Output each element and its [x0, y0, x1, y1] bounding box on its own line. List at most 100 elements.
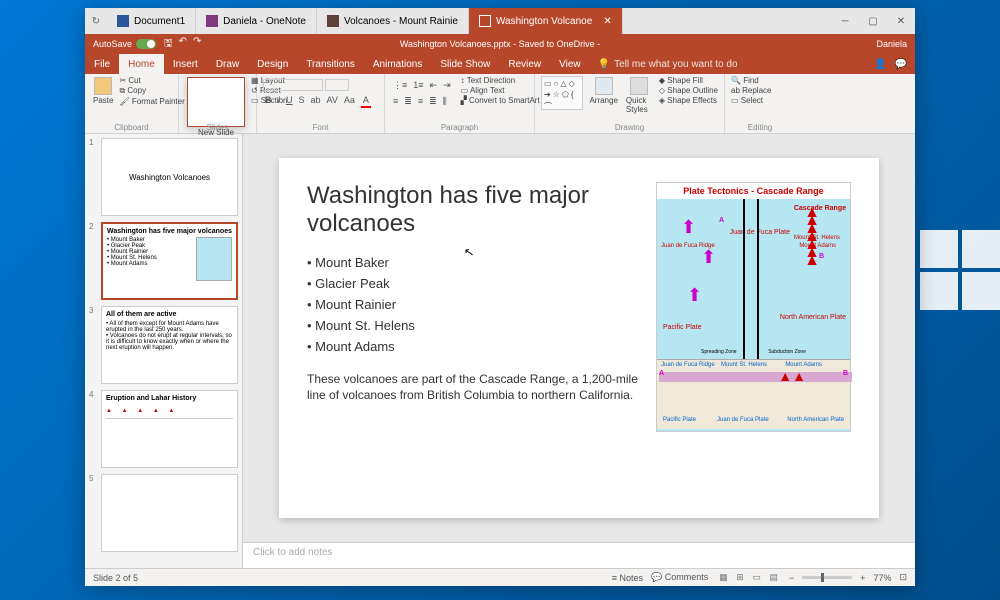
undo-icon[interactable]: ↶ — [179, 36, 187, 53]
slide-image[interactable]: Plate Tectonics - Cascade Range Cascade … — [656, 182, 851, 432]
ribbon-tab-review[interactable]: Review — [499, 54, 550, 74]
align-center-button[interactable]: ≣ — [402, 95, 414, 108]
columns-button[interactable]: ⫼ — [441, 95, 449, 108]
save-icon[interactable]: 🖫 — [164, 36, 173, 53]
justify-button[interactable]: ≣ — [427, 95, 439, 108]
minimize-button[interactable]: ─ — [831, 8, 859, 34]
window-tab[interactable]: Washington Volcanoe✕ — [469, 8, 623, 34]
bullets-button[interactable]: ⋮≡ — [391, 79, 409, 92]
format-painter-button[interactable]: 🖌 Format Painter — [119, 97, 184, 106]
slide-title[interactable]: Washington has five major volcanoes — [307, 182, 638, 237]
change-case-button[interactable]: Aa — [342, 94, 357, 106]
strike-button[interactable]: S — [297, 94, 307, 106]
bullet-item[interactable]: Mount Rainier — [307, 297, 638, 312]
shadow-button[interactable]: ab — [309, 94, 323, 106]
underline-button[interactable]: U — [284, 94, 295, 106]
fit-button[interactable]: ⊡ — [899, 572, 907, 583]
slide-thumbnail[interactable]: 3All of them are active• All of them exc… — [89, 306, 238, 384]
ribbon-tab-file[interactable]: File — [85, 54, 119, 74]
indent-dec-button[interactable]: ⇤ — [428, 79, 440, 92]
document-title: Washington Volcanoes.pptx - Saved to One… — [400, 39, 600, 49]
sorter-view-button[interactable]: ⊞ — [733, 572, 747, 582]
history-icon[interactable]: ↻ — [85, 16, 107, 27]
ribbon-tabs: FileHomeInsertDrawDesignTransitionsAnima… — [85, 54, 915, 74]
zoom-out-button[interactable]: − — [789, 573, 794, 583]
align-text-button[interactable]: ▭ Align Text — [461, 86, 540, 95]
zoom-level[interactable]: 77% — [873, 573, 891, 583]
bullet-item[interactable]: Glacier Peak — [307, 276, 638, 291]
shape-fill-button[interactable]: ◆ Shape Fill — [659, 76, 718, 85]
reading-view-button[interactable]: ▭ — [749, 572, 764, 582]
text-direction-button[interactable]: ↕ Text Direction — [461, 76, 540, 85]
select-button[interactable]: ▭ Select — [731, 96, 771, 105]
paste-button[interactable]: Paste — [91, 76, 115, 106]
window-tab[interactable]: Daniela - OneNote — [196, 8, 317, 34]
ribbon-tab-design[interactable]: Design — [248, 54, 297, 74]
bullet-item[interactable]: Mount St. Helens — [307, 318, 638, 333]
app-icon — [206, 15, 218, 27]
window-tab[interactable]: Document1 — [107, 8, 196, 34]
zoom-in-button[interactable]: + — [860, 573, 865, 583]
slide-thumbnail[interactable]: 2Washington has five major volcanoes• Mo… — [89, 222, 238, 300]
zoom-slider[interactable] — [802, 576, 852, 579]
comments-icon[interactable]: 💬 — [895, 59, 907, 70]
arrange-button[interactable]: Arrange — [587, 76, 619, 106]
lightbulb-icon: 💡 — [598, 59, 610, 70]
find-button[interactable]: 🔍 Find — [731, 76, 771, 85]
bold-button[interactable]: B — [263, 94, 274, 106]
smartart-button[interactable]: ▞ Convert to SmartArt — [461, 96, 540, 105]
numbering-button[interactable]: 1≡ — [411, 79, 425, 92]
slide-canvas[interactable]: Washington has five major volcanoes Moun… — [243, 134, 915, 542]
arrange-icon — [595, 77, 613, 95]
font-color-button[interactable]: A — [359, 94, 373, 106]
ribbon-tab-view[interactable]: View — [550, 54, 590, 74]
cut-button[interactable]: ✂ Cut — [119, 76, 184, 85]
ribbon-tab-transitions[interactable]: Transitions — [297, 54, 364, 74]
normal-view-button[interactable]: ▦ — [716, 572, 731, 582]
close-button[interactable]: ✕ — [887, 8, 915, 34]
ribbon-tab-insert[interactable]: Insert — [164, 54, 207, 74]
quick-styles-button[interactable]: Quick Styles — [624, 76, 655, 115]
slideshow-view-button[interactable]: ▤ — [766, 572, 781, 582]
current-slide[interactable]: Washington has five major volcanoes Moun… — [279, 158, 879, 518]
close-tab-icon[interactable]: ✕ — [603, 16, 611, 27]
notes-pane[interactable]: Click to add notes — [243, 542, 915, 568]
copy-button[interactable]: ⧉ Copy — [119, 86, 184, 96]
replace-button[interactable]: ab Replace — [731, 86, 771, 95]
share-icon[interactable]: 👤 — [874, 59, 886, 70]
slide-indicator[interactable]: Slide 2 of 5 — [93, 573, 138, 583]
autosave-toggle[interactable] — [136, 39, 156, 49]
ribbon-tab-slide-show[interactable]: Slide Show — [431, 54, 499, 74]
title-bar: AutoSave 🖫 ↶ ↷ Washington Volcanoes.pptx… — [85, 34, 915, 54]
tell-me-search[interactable]: 💡 Tell me what you want to do — [598, 59, 738, 70]
ribbon-tab-animations[interactable]: Animations — [364, 54, 431, 74]
font-size-select[interactable] — [325, 79, 349, 91]
ribbon-tab-home[interactable]: Home — [119, 54, 164, 74]
quick-styles-icon — [630, 77, 648, 95]
bullet-item[interactable]: Mount Baker — [307, 255, 638, 270]
window-tab[interactable]: Volcanoes - Mount Rainie — [317, 8, 469, 34]
align-right-button[interactable]: ≡ — [416, 95, 425, 108]
font-family-select[interactable] — [263, 79, 323, 91]
slide-bullets[interactable]: Mount Baker Glacier Peak Mount Rainier Moun… — [307, 255, 638, 354]
italic-button[interactable]: I — [276, 94, 283, 106]
align-left-button[interactable]: ≡ — [391, 95, 400, 108]
comments-button[interactable]: 💬 Comments — [651, 572, 708, 583]
shape-outline-button[interactable]: ◇ Shape Outline — [659, 86, 718, 95]
char-spacing-button[interactable]: AV — [325, 94, 340, 106]
user-name[interactable]: Daniela — [876, 39, 907, 49]
slide-thumbnails[interactable]: 1Washington Volcanoes2Washington has fiv… — [85, 134, 243, 568]
slide-thumbnail[interactable]: 4Eruption and Lahar History▲ ▲ ▲ ▲ ▲ — [89, 390, 238, 468]
shape-effects-button[interactable]: ◈ Shape Effects — [659, 96, 718, 105]
notes-button[interactable]: ≡ Notes — [612, 573, 643, 583]
shapes-gallery[interactable]: ▭○△◇➔☆⬠{⌒ — [541, 76, 583, 110]
slide-thumbnail[interactable]: 1Washington Volcanoes — [89, 138, 238, 216]
ribbon-tab-draw[interactable]: Draw — [207, 54, 248, 74]
indent-inc-button[interactable]: ⇥ — [441, 79, 453, 92]
maximize-button[interactable]: ▢ — [859, 8, 887, 34]
slide-paragraph[interactable]: These volcanoes are part of the Cascade … — [307, 372, 638, 403]
new-slide-icon — [187, 77, 245, 127]
slide-thumbnail[interactable]: 5 — [89, 474, 238, 552]
bullet-item[interactable]: Mount Adams — [307, 339, 638, 354]
redo-icon[interactable]: ↷ — [193, 36, 201, 53]
